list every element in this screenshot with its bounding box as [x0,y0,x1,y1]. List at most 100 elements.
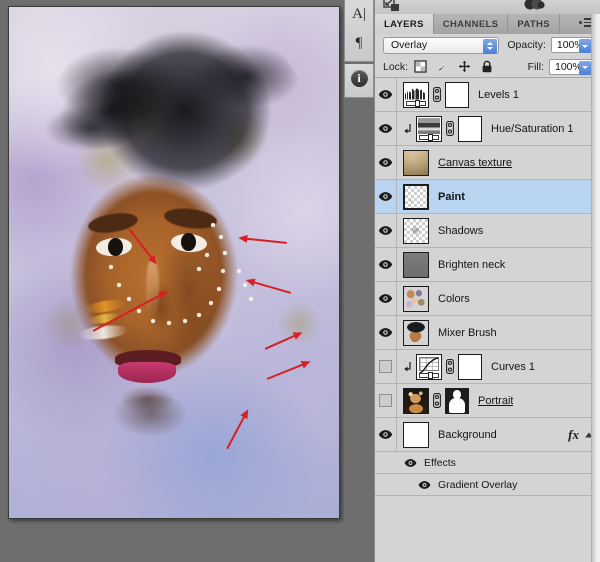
panel-menu-dot [579,21,582,24]
layer-row[interactable]: Canvas texture [375,146,600,180]
layer-visibility-off-icon[interactable] [375,350,397,383]
layer-row[interactable]: Shadows [375,214,600,248]
layer-row[interactable]: Curves 1 [375,350,600,384]
layer-name[interactable]: Levels 1 [478,89,519,101]
layer-visibility-eye-icon[interactable] [375,112,397,145]
layer-row[interactable]: Paint [375,180,600,214]
layer-thumbnails [397,184,429,210]
document-canvas-area[interactable] [0,0,344,562]
layer-mask-link-icon[interactable] [433,394,441,408]
layer-name[interactable]: Mixer Brush [438,327,497,339]
layer-thumbnail[interactable] [403,150,429,176]
layer-visibility-eye-icon[interactable] [375,316,397,349]
layer-thumbnails [397,82,469,108]
info-panel-glyph: i [351,70,368,87]
artwork-highlight-dot [197,313,201,317]
opacity-label: Opacity: [507,39,546,51]
layer-thumbnail[interactable] [403,252,429,278]
layer-thumbnails [397,320,429,346]
layer-visibility-off-icon[interactable] [375,384,397,417]
panel-right-edge [591,14,600,562]
layer-mask-link-icon[interactable] [446,122,454,136]
layer-thumbnail[interactable] [403,286,429,312]
artwork-highlight-dot [109,265,113,269]
layer-row[interactable]: Mixer Brush [375,316,600,350]
layer-thumbnail[interactable] [403,422,429,448]
layer-row[interactable]: Background fx [375,418,600,452]
layer-thumbnail[interactable] [403,218,429,244]
fill-caret-icon[interactable] [579,61,591,75]
layer-thumbnails [397,388,469,414]
layer-thumbnail[interactable] [403,320,429,346]
fill-label: Fill: [528,61,544,73]
layer-visibility-eye-icon[interactable] [375,214,397,247]
icon-dock: A| ¶ i [344,0,374,562]
photoshop-screenshot: A| ¶ i LAY [0,0,600,562]
layer-thumbnails [397,354,482,380]
layer-mask-thumbnail[interactable] [458,116,482,142]
layer-visibility-eye-icon[interactable] [375,146,397,179]
lock-row: Lock: [375,56,600,78]
panel-cluster-icon[interactable] [523,0,545,11]
effects-group-row[interactable]: Effects [375,452,600,474]
layer-name[interactable]: Portrait [478,395,513,407]
paragraph-panel-icon[interactable]: ¶ [345,29,373,58]
collapse-to-icons-icon[interactable] [383,0,401,12]
layer-visibility-eye-icon[interactable] [375,282,397,315]
layer-row[interactable]: Portrait [375,384,600,418]
tab-layers[interactable]: LAYERS [375,14,434,34]
opacity-input[interactable]: 100% [551,37,593,53]
artwork-iris-left [108,238,123,256]
layer-name[interactable]: Colors [438,293,470,305]
fill-input[interactable]: 100% [549,59,593,75]
artwork-image[interactable] [8,6,340,519]
layer-visibility-eye-icon[interactable] [375,248,397,281]
layer-name[interactable]: Brighten neck [438,259,505,271]
layer-thumbnails [397,116,482,142]
layer-thumbnail[interactable] [403,388,429,414]
layer-thumbnail[interactable] [403,184,429,210]
layer-mask-link-icon[interactable] [446,360,454,374]
info-panel-icon[interactable]: i [345,64,373,93]
layer-name[interactable]: Paint [438,191,465,203]
blend-mode-select[interactable]: Overlay [383,37,499,54]
layer-thumbnails [397,150,429,176]
layer-row[interactable]: Levels 1 [375,78,600,112]
layer-mask-thumbnail[interactable] [445,388,469,414]
layer-row[interactable]: Brighten neck [375,248,600,282]
layer-name[interactable]: Hue/Saturation 1 [491,123,574,135]
layer-row[interactable]: Colors [375,282,600,316]
layer-effects-fx-icon[interactable]: fx [568,427,579,443]
blend-mode-stepper-icon[interactable] [483,39,497,54]
lock-transparent-pixels-icon[interactable] [414,60,427,73]
lock-position-icon[interactable] [458,60,471,73]
artwork-highlight-dot [205,253,209,257]
lock-image-pixels-icon[interactable] [436,60,449,73]
layer-name[interactable]: Curves 1 [491,361,535,373]
layer-name[interactable]: Shadows [438,225,483,237]
layer-mask-link-icon[interactable] [433,88,441,102]
artwork-highlight-dot [167,321,171,325]
character-panel-icon[interactable]: A| [345,0,373,29]
layer-mask-thumbnail[interactable] [458,354,482,380]
artwork-lower-lip [118,362,176,383]
effect-row[interactable]: Gradient Overlay [375,474,600,496]
layer-row[interactable]: Hue/Saturation 1 [375,112,600,146]
layer-visibility-eye-icon[interactable] [375,78,397,111]
tab-paths[interactable]: PATHS [508,14,560,34]
layer-list[interactable]: Levels 1 Hue/Saturation 1 Canvas texture Pa… [375,78,600,498]
layer-visibility-eye-icon[interactable] [375,180,397,213]
tab-channels[interactable]: CHANNELS [434,14,509,34]
artwork-highlight-dot [197,267,201,271]
opacity-caret-icon[interactable] [579,39,591,53]
layer-visibility-eye-icon[interactable] [375,418,397,451]
layer-name[interactable]: Background [438,429,497,441]
layer-thumbnail[interactable] [403,82,429,108]
effect-visibility-eye-icon[interactable] [417,480,431,490]
layer-mask-thumbnail[interactable] [445,82,469,108]
layer-thumbnail[interactable] [416,354,442,380]
effects-visibility-eye-icon[interactable] [403,458,417,468]
layer-name[interactable]: Canvas texture [438,157,512,169]
layer-thumbnail[interactable] [416,116,442,142]
lock-all-icon[interactable] [480,60,493,73]
